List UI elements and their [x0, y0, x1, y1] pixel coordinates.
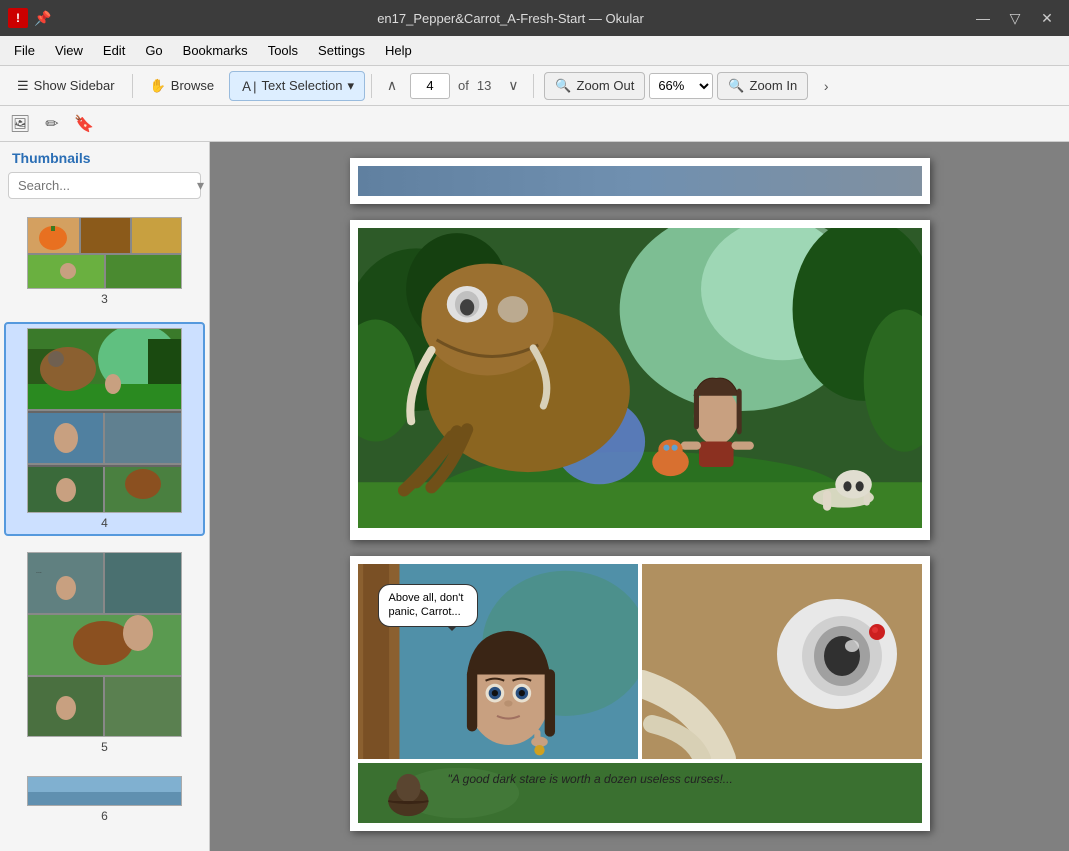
sidebar-title: Thumbnails [0, 142, 209, 172]
thumbnail-num-5: 5 [101, 740, 108, 754]
menu-go[interactable]: Go [135, 39, 172, 62]
panel-girl-speaking: Above all, don't panic, Carrot... [358, 564, 638, 759]
next-page-button[interactable]: ∨ [499, 72, 527, 100]
more-tools-button[interactable]: › [812, 72, 840, 100]
thumbnail-image-4 [27, 328, 182, 513]
browse-label: Browse [171, 78, 214, 93]
thumbnail-page-5[interactable]: ... 5 [4, 546, 205, 760]
bookmark-button[interactable]: 🔖 [70, 110, 98, 138]
page-4-container [350, 220, 930, 540]
comic-page-4 [358, 228, 922, 528]
zoom-in-button[interactable]: 🔍 Zoom In [717, 72, 808, 100]
pdf-viewer[interactable]: Above all, don't panic, Carrot... [210, 142, 1069, 851]
window-title: en17_Pepper&Carrot_A-Fresh-Start — Okula… [52, 11, 969, 26]
thumbnail-image-5: ... [27, 552, 182, 737]
secondary-toolbar: 🖼 ✏ 🔖 [0, 106, 1069, 142]
thumbnail-num-6: 6 [101, 809, 108, 823]
titlebar-left: ! 📌 [8, 8, 52, 28]
dropdown-arrow-icon: ▾ [347, 78, 354, 94]
app-icon: ! [8, 8, 28, 28]
menu-file[interactable]: File [4, 39, 45, 62]
text-selection-label: Text Selection [262, 78, 343, 93]
caption-content: "A good dark stare is worth a dozen usel… [448, 772, 733, 786]
main-toolbar: ☰ Show Sidebar ✋ Browse Ａ| Text Selectio… [0, 66, 1069, 106]
speech-bubble-text: Above all, don't panic, Carrot... [389, 592, 464, 618]
page-4-bottom: Above all, don't panic, Carrot... [350, 556, 930, 831]
menu-view[interactable]: View [45, 39, 93, 62]
thumbnail-page-4[interactable]: 4 [4, 322, 205, 536]
thumbnail-image-6 [27, 776, 182, 806]
speech-bubble: Above all, don't panic, Carrot... [378, 584, 478, 627]
search-bar: ▾ [8, 172, 201, 199]
search-filter-icon[interactable]: ▾ [197, 177, 204, 194]
panel-creature-eye [642, 564, 922, 759]
zoom-level-select[interactable]: 66% 50% 75% 100% [649, 73, 713, 99]
zoom-out-icon: 🔍 [555, 78, 571, 94]
menu-edit[interactable]: Edit [93, 39, 135, 62]
zoom-controls: 🔍 Zoom Out 66% 50% 75% 100% 🔍 Zoom In [544, 72, 808, 100]
draw-button[interactable]: ✏ [38, 110, 66, 138]
thumbnail-num-4: 4 [101, 516, 108, 530]
separator-3 [533, 74, 534, 98]
panel-caption: "A good dark stare is worth a dozen usel… [358, 763, 922, 823]
panel-row-middle: Above all, don't panic, Carrot... [358, 564, 922, 759]
thumbnail-num-3: 3 [101, 292, 108, 306]
thumbnail-image-3 [27, 217, 182, 289]
prev-page-button[interactable]: ∧ [378, 72, 406, 100]
window-controls: — ▽ ✕ [969, 6, 1061, 30]
separator-1 [132, 74, 133, 98]
menubar: File View Edit Go Bookmarks Tools Settin… [0, 36, 1069, 66]
thumbnail-page-3[interactable]: 3 [4, 211, 205, 312]
pin-icon[interactable]: 📌 [34, 9, 52, 27]
page-number-input[interactable] [410, 73, 450, 99]
page-top-partial [350, 158, 930, 204]
sidebar: Thumbnails ▾ [0, 142, 210, 851]
thumbnail-page-6[interactable]: 6 [4, 770, 205, 829]
titlebar: ! 📌 en17_Pepper&Carrot_A-Fresh-Start — O… [0, 0, 1069, 36]
minimize-button[interactable]: — [969, 6, 997, 30]
zoom-out-button[interactable]: 🔍 Zoom Out [544, 72, 645, 100]
search-input[interactable] [15, 175, 197, 196]
comic-page-4-b: Above all, don't panic, Carrot... [358, 564, 922, 823]
menu-bookmarks[interactable]: Bookmarks [173, 39, 258, 62]
close-button[interactable]: ✕ [1033, 6, 1061, 30]
show-sidebar-button[interactable]: ☰ Show Sidebar [6, 71, 126, 101]
thumbnails-list: 3 [0, 207, 209, 851]
panel-forest-monster [358, 228, 922, 528]
menu-settings[interactable]: Settings [308, 39, 375, 62]
page-partial-strip [358, 166, 922, 196]
menu-tools[interactable]: Tools [258, 39, 308, 62]
browse-button[interactable]: ✋ Browse [139, 71, 226, 101]
caption-text: "A good dark stare is worth a dozen usel… [448, 771, 733, 788]
zoom-out-label: Zoom Out [577, 78, 635, 93]
main-area: Thumbnails ▾ [0, 142, 1069, 851]
text-selection-button[interactable]: Ａ| Text Selection ▾ [229, 71, 365, 101]
image-view-button[interactable]: 🖼 [6, 110, 34, 138]
zoom-in-label: Zoom In [750, 78, 798, 93]
menu-help[interactable]: Help [375, 39, 422, 62]
zoom-in-icon: 🔍 [728, 78, 744, 94]
hand-icon: ✋ [150, 78, 166, 94]
page-of-label: of [458, 78, 469, 93]
svg-text:...: ... [36, 568, 42, 575]
text-cursor-icon: Ａ| [240, 76, 256, 95]
show-sidebar-label: Show Sidebar [34, 78, 115, 93]
separator-2 [371, 74, 372, 98]
maximize-button[interactable]: ▽ [1001, 6, 1029, 30]
sidebar-icon: ☰ [17, 78, 29, 94]
page-total-label: 13 [477, 78, 491, 93]
